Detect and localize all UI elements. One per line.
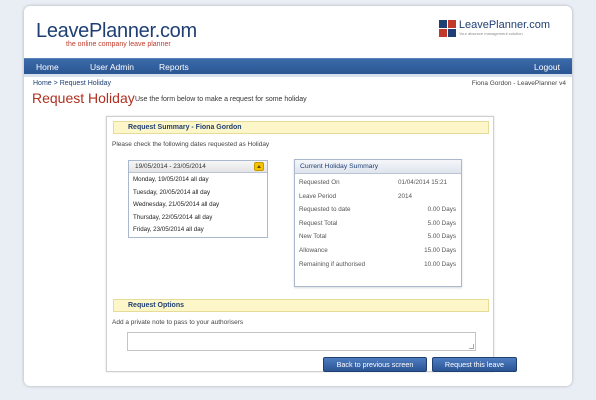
date-list-item: Friday, 23/05/2014 all day (133, 226, 204, 233)
holiday-summary-table: Current Holiday Summary Requested On 01/… (294, 159, 462, 287)
date-list-item: Thursday, 22/05/2014 all day (133, 213, 213, 221)
summary-label: Request Total (299, 219, 338, 227)
page-title: Request Holiday (32, 90, 135, 106)
right-logo-brand: LeavePlanner.com (458, 19, 550, 31)
summary-label: New Total (299, 233, 327, 241)
logo-mark-icon (438, 20, 456, 37)
main-nav: Home User Admin Reports Logout (24, 58, 572, 74)
nav-home[interactable]: Home (36, 62, 59, 72)
collapse-toggle-icon[interactable] (254, 162, 264, 171)
page-subtitle: Use the form below to make a request for… (135, 96, 307, 103)
right-logo-tagline: Your absence management solution (458, 31, 523, 36)
summary-label: Remaining if authorised (299, 260, 366, 268)
summary-value: 15.00 Days (424, 246, 456, 254)
summary-row: New Total 5.00 Days (295, 230, 461, 244)
summary-row: Allowance 15.00 Days (295, 244, 461, 258)
summary-label: Requested On (299, 179, 340, 186)
dates-range: 19/05/2014 - 23/05/2014 (135, 163, 206, 170)
logo-brand: LeavePlanner.com (36, 20, 197, 42)
summary-value: 01/04/2014 15:21 (398, 179, 448, 186)
holiday-summary-title: Current Holiday Summary (295, 160, 461, 174)
summary-value: 2014 (398, 192, 413, 200)
dates-dropdown-header[interactable]: 19/05/2014 - 23/05/2014 (129, 161, 267, 173)
breadcrumb: Home > Request Holiday (33, 80, 111, 87)
summary-value: 0.00 Days (427, 206, 456, 214)
nav-logout[interactable]: Logout (534, 62, 560, 72)
partner-logo: LeavePlanner.com Your absence management… (438, 19, 550, 37)
date-list-item: Tuesday, 20/05/2014 all day (133, 188, 211, 196)
summary-label: Leave Period (299, 192, 337, 200)
leaveplanner-logo[interactable]: LeavePlanner.com the online company leav… (36, 20, 197, 48)
request-panel: Request Summary - Fiona Gordon Please ch… (106, 116, 517, 372)
nav-reports[interactable]: Reports (159, 62, 189, 72)
back-button[interactable]: Back to previous screen (323, 357, 427, 372)
summary-label: Requested to date (299, 206, 351, 214)
date-list-item: Monday, 19/05/2014 all day (133, 176, 209, 183)
summary-row: Remaining if authorised 10.00 Days (295, 258, 461, 272)
summary-row: Requested to date 0.00 Days (295, 203, 461, 217)
date-list-item: Wednesday, 21/05/2014 all day (133, 201, 220, 208)
summary-value: 10.00 Days (424, 260, 456, 268)
nav-user-admin[interactable]: User Admin (90, 62, 134, 72)
request-summary-heading: Request Summary - Fiona Gordon (113, 121, 489, 134)
summary-value: 5.00 Days (427, 219, 456, 227)
page-container: LeavePlanner.com the online company leav… (24, 6, 572, 386)
user-version-label: Fiona Gordon - LeavePlanner v4 (471, 80, 566, 87)
nav-divider (24, 74, 572, 77)
breadcrumb-separator: > (53, 80, 58, 87)
summary-row: Leave Period 2014 (295, 190, 461, 204)
summary-value: 5.00 Days (427, 233, 456, 241)
breadcrumb-home[interactable]: Home (33, 80, 52, 87)
breadcrumb-current[interactable]: Request Holiday (60, 80, 111, 87)
summary-row: Requested On 01/04/2014 15:21 (295, 176, 461, 190)
private-note-label: Add a private note to pass to your autho… (112, 319, 244, 326)
private-note-textarea[interactable] (127, 332, 476, 351)
dates-dropdown[interactable]: 19/05/2014 - 23/05/2014 Monday, 19/05/20… (128, 160, 268, 238)
summary-row: Request Total 5.00 Days (295, 217, 461, 231)
request-options-heading: Request Options (113, 299, 489, 312)
request-leave-button[interactable]: Request this leave (432, 357, 517, 372)
summary-label: Allowance (299, 246, 328, 254)
dates-instruction: Please check the following dates request… (112, 141, 270, 148)
